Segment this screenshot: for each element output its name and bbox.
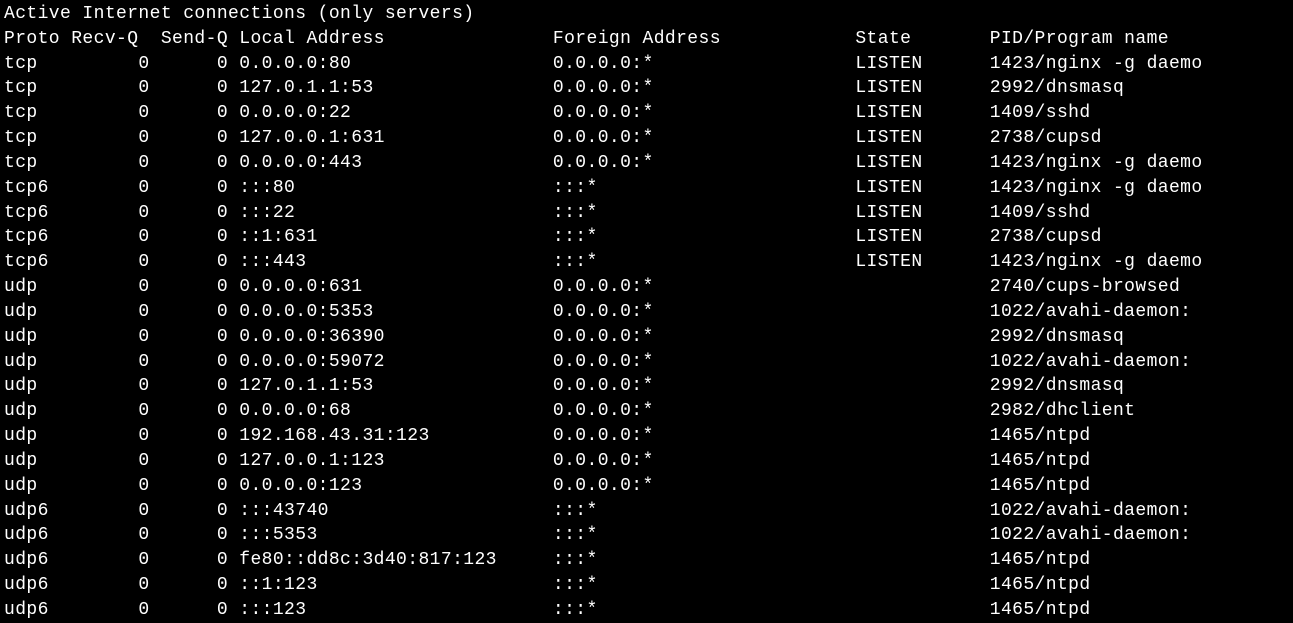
table-row: udp 0 0 0.0.0.0:36390 0.0.0.0:* 2992/dns… (4, 325, 1289, 350)
table-row: udp6 0 0 :::43740 :::* 1022/avahi-daemon… (4, 499, 1289, 524)
table-row: udp 0 0 0.0.0.0:123 0.0.0.0:* 1465/ntpd (4, 474, 1289, 499)
table-row: tcp 0 0 127.0.0.1:631 0.0.0.0:* LISTEN 2… (4, 126, 1289, 151)
table-row: udp6 0 0 :::123 :::* 1465/ntpd (4, 598, 1289, 623)
table-row: udp6 0 0 fe80::dd8c:3d40:817:123 :::* 14… (4, 548, 1289, 573)
netstat-rows: tcp 0 0 0.0.0.0:80 0.0.0.0:* LISTEN 1423… (4, 52, 1289, 623)
table-row: udp 0 0 0.0.0.0:68 0.0.0.0:* 2982/dhclie… (4, 399, 1289, 424)
table-row: tcp6 0 0 :::80 :::* LISTEN 1423/nginx -g… (4, 176, 1289, 201)
table-row: tcp 0 0 0.0.0.0:22 0.0.0.0:* LISTEN 1409… (4, 101, 1289, 126)
table-row: udp6 0 0 ::1:123 :::* 1465/ntpd (4, 573, 1289, 598)
table-row: udp 0 0 0.0.0.0:5353 0.0.0.0:* 1022/avah… (4, 300, 1289, 325)
table-row: udp 0 0 192.168.43.31:123 0.0.0.0:* 1465… (4, 424, 1289, 449)
table-row: tcp6 0 0 ::1:631 :::* LISTEN 2738/cupsd (4, 225, 1289, 250)
table-row: udp 0 0 0.0.0.0:631 0.0.0.0:* 2740/cups-… (4, 275, 1289, 300)
table-row: udp 0 0 127.0.0.1:123 0.0.0.0:* 1465/ntp… (4, 449, 1289, 474)
table-row: tcp6 0 0 :::22 :::* LISTEN 1409/sshd (4, 201, 1289, 226)
table-row: tcp 0 0 127.0.1.1:53 0.0.0.0:* LISTEN 29… (4, 76, 1289, 101)
table-row: udp 0 0 0.0.0.0:59072 0.0.0.0:* 1022/ava… (4, 350, 1289, 375)
table-row: tcp 0 0 0.0.0.0:80 0.0.0.0:* LISTEN 1423… (4, 52, 1289, 77)
netstat-header: Proto Recv-Q Send-Q Local Address Foreig… (4, 27, 1289, 52)
table-row: udp6 0 0 :::5353 :::* 1022/avahi-daemon: (4, 523, 1289, 548)
table-row: udp 0 0 127.0.1.1:53 0.0.0.0:* 2992/dnsm… (4, 374, 1289, 399)
netstat-title: Active Internet connections (only server… (4, 2, 1289, 27)
table-row: tcp 0 0 0.0.0.0:443 0.0.0.0:* LISTEN 142… (4, 151, 1289, 176)
table-row: tcp6 0 0 :::443 :::* LISTEN 1423/nginx -… (4, 250, 1289, 275)
